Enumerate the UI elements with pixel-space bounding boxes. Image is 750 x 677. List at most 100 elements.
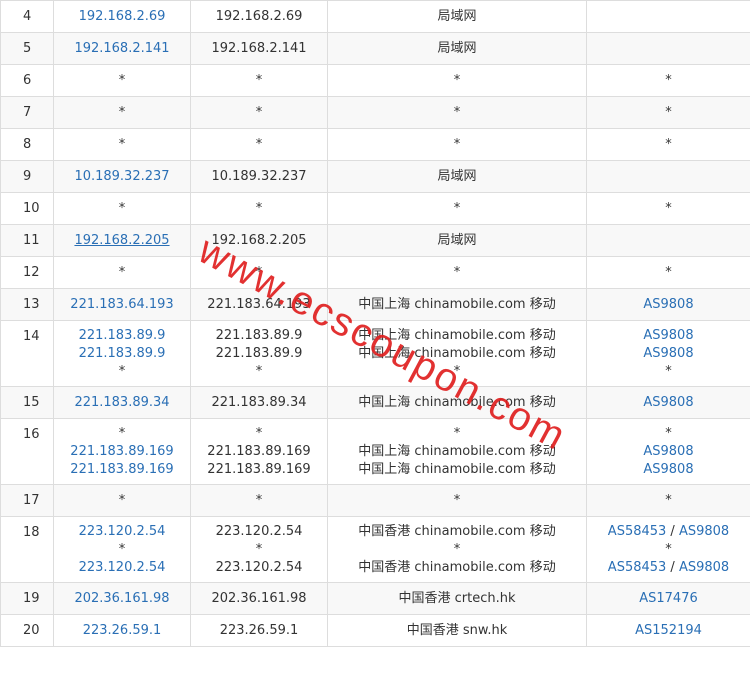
location-text: *	[453, 72, 461, 88]
location-cell: 中国上海 chinamobile.com 移动	[327, 386, 587, 419]
as-number-line: *	[587, 72, 750, 90]
as-number-cell: *	[586, 484, 750, 517]
as-number-text: *	[665, 363, 672, 379]
as-number-line: AS9808	[587, 345, 750, 363]
as-number-cell	[586, 224, 750, 257]
as-separator: /	[666, 523, 679, 539]
table-row: 20 223.26.59.1 223.26.59.1 中国香港 snw.hk AS152…	[0, 614, 750, 647]
as-number-link[interactable]: AS9808	[643, 297, 693, 312]
ip-address-cell: 223.120.2.54 * 223.120.2.54	[53, 516, 191, 583]
hostname-cell: 221.183.64.193	[190, 288, 328, 321]
as-number-line	[587, 8, 750, 26]
as-number-link[interactable]: AS17476	[639, 591, 698, 606]
ip-address-link[interactable]: 223.120.2.54	[54, 559, 190, 577]
ip-address-link[interactable]: 221.183.89.9	[54, 345, 190, 363]
location-cell: 局域网	[327, 0, 587, 33]
hostname-cell: 192.168.2.69	[190, 0, 328, 33]
ip-address-text: *	[118, 136, 126, 152]
as-number-cell: AS17476	[586, 582, 750, 615]
as-number-link[interactable]: AS58453	[608, 560, 667, 575]
ip-address-text: *	[118, 363, 126, 379]
ip-address-link[interactable]: 223.26.59.1	[54, 622, 190, 640]
location-text: *	[453, 492, 461, 508]
ip-address-cell: *	[53, 256, 191, 289]
hostname-cell: *	[190, 484, 328, 517]
ip-address-link[interactable]: 192.168.2.205	[54, 232, 190, 250]
ip-address-link[interactable]: 221.183.89.169	[54, 443, 190, 461]
location-text: 中国上海 chinamobile.com 移动	[358, 345, 556, 361]
as-number-link[interactable]: AS9808	[643, 346, 693, 361]
hop-number: 11	[0, 224, 54, 257]
location-cell: 局域网	[327, 224, 587, 257]
location-cell: *	[327, 64, 587, 97]
location-text: *	[453, 104, 461, 120]
hostname-text: 221.183.89.9	[215, 345, 303, 361]
as-number-cell	[586, 32, 750, 65]
table-row: 9 10.189.32.237 10.189.32.237 局域网	[0, 160, 750, 193]
ip-address-text: *	[118, 425, 126, 441]
hop-number: 5	[0, 32, 54, 65]
ip-address-link[interactable]: 221.183.89.34	[54, 394, 190, 412]
ip-address-cell: *	[53, 128, 191, 161]
ip-address-link[interactable]: 202.36.161.98	[54, 590, 190, 608]
hostname-cell: *	[190, 128, 328, 161]
hostname-text: *	[255, 136, 263, 152]
ip-address-text: *	[118, 200, 126, 216]
as-number-link[interactable]: AS9808	[643, 395, 693, 410]
location-text: *	[453, 200, 461, 216]
ip-address-text: *	[118, 492, 126, 508]
as-number-link[interactable]: AS152194	[635, 623, 702, 638]
table-row: 16 * 221.183.89.169 221.183.89.169 * 221.183.…	[0, 418, 750, 485]
hostname-cell: *	[190, 256, 328, 289]
ip-address-link[interactable]: 10.189.32.237	[54, 168, 190, 186]
hostname-text: 223.120.2.54	[215, 523, 303, 539]
location-cell: 中国香港 snw.hk	[327, 614, 587, 647]
as-number-link[interactable]: AS9808	[643, 328, 693, 343]
hostname-cell: 221.183.89.9 221.183.89.9 *	[190, 320, 328, 387]
hostname-cell: *	[190, 192, 328, 225]
hostname-text: 223.120.2.54	[215, 559, 303, 575]
ip-address-cell: *	[53, 484, 191, 517]
location-text: 局域网	[437, 8, 477, 24]
as-number-cell: AS9808	[586, 386, 750, 419]
as-number-link[interactable]: AS58453	[608, 524, 667, 539]
as-number-cell	[586, 160, 750, 193]
ip-address-link[interactable]: 223.120.2.54	[54, 523, 190, 541]
hostname-text: 221.183.89.169	[207, 443, 311, 459]
as-number-link[interactable]: AS9808	[643, 462, 693, 477]
ip-address-link[interactable]: 221.183.64.193	[54, 296, 190, 314]
as-number-line: *	[587, 264, 750, 282]
as-number-line: AS58453 / AS9808	[587, 523, 750, 541]
location-cell: 局域网	[327, 32, 587, 65]
ip-address-link[interactable]: 221.183.89.169	[54, 461, 190, 479]
ip-address-text: *	[118, 104, 126, 120]
ip-address-text: *	[118, 264, 126, 280]
as-number-cell: AS58453 / AS9808 * AS58453 / AS9808	[586, 516, 750, 583]
ip-address-link[interactable]: 221.183.89.9	[54, 327, 190, 345]
as-number-link[interactable]: AS9808	[643, 444, 693, 459]
hostname-text: *	[255, 72, 263, 88]
ip-address-cell: 192.168.2.205	[53, 224, 191, 257]
ip-address-link[interactable]: 192.168.2.141	[54, 40, 190, 58]
location-cell: 中国香港 crtech.hk	[327, 582, 587, 615]
as-number-link[interactable]: AS9808	[679, 560, 729, 575]
location-text: 中国上海 chinamobile.com 移动	[358, 443, 556, 459]
location-text: 中国香港 crtech.hk	[398, 590, 516, 606]
as-number-line: AS9808	[587, 327, 750, 345]
hostname-text: *	[255, 264, 263, 280]
as-number-cell: *	[586, 128, 750, 161]
ip-address-cell: *	[53, 96, 191, 129]
table-row: 6 * * * *	[0, 64, 750, 97]
hostname-text: *	[255, 492, 263, 508]
as-number-cell: *	[586, 64, 750, 97]
location-text: 中国上海 chinamobile.com 移动	[358, 327, 556, 343]
as-number-link[interactable]: AS9808	[679, 524, 729, 539]
ip-address-link[interactable]: 192.168.2.69	[54, 8, 190, 26]
location-text: *	[453, 136, 461, 152]
hostname-text: 221.183.64.193	[207, 296, 311, 312]
hostname-cell: *	[190, 64, 328, 97]
as-number-text: *	[665, 104, 672, 120]
as-number-cell: *	[586, 192, 750, 225]
as-number-line: *	[587, 541, 750, 559]
location-cell: 中国香港 chinamobile.com 移动 * 中国香港 chinamobile…	[327, 516, 587, 583]
